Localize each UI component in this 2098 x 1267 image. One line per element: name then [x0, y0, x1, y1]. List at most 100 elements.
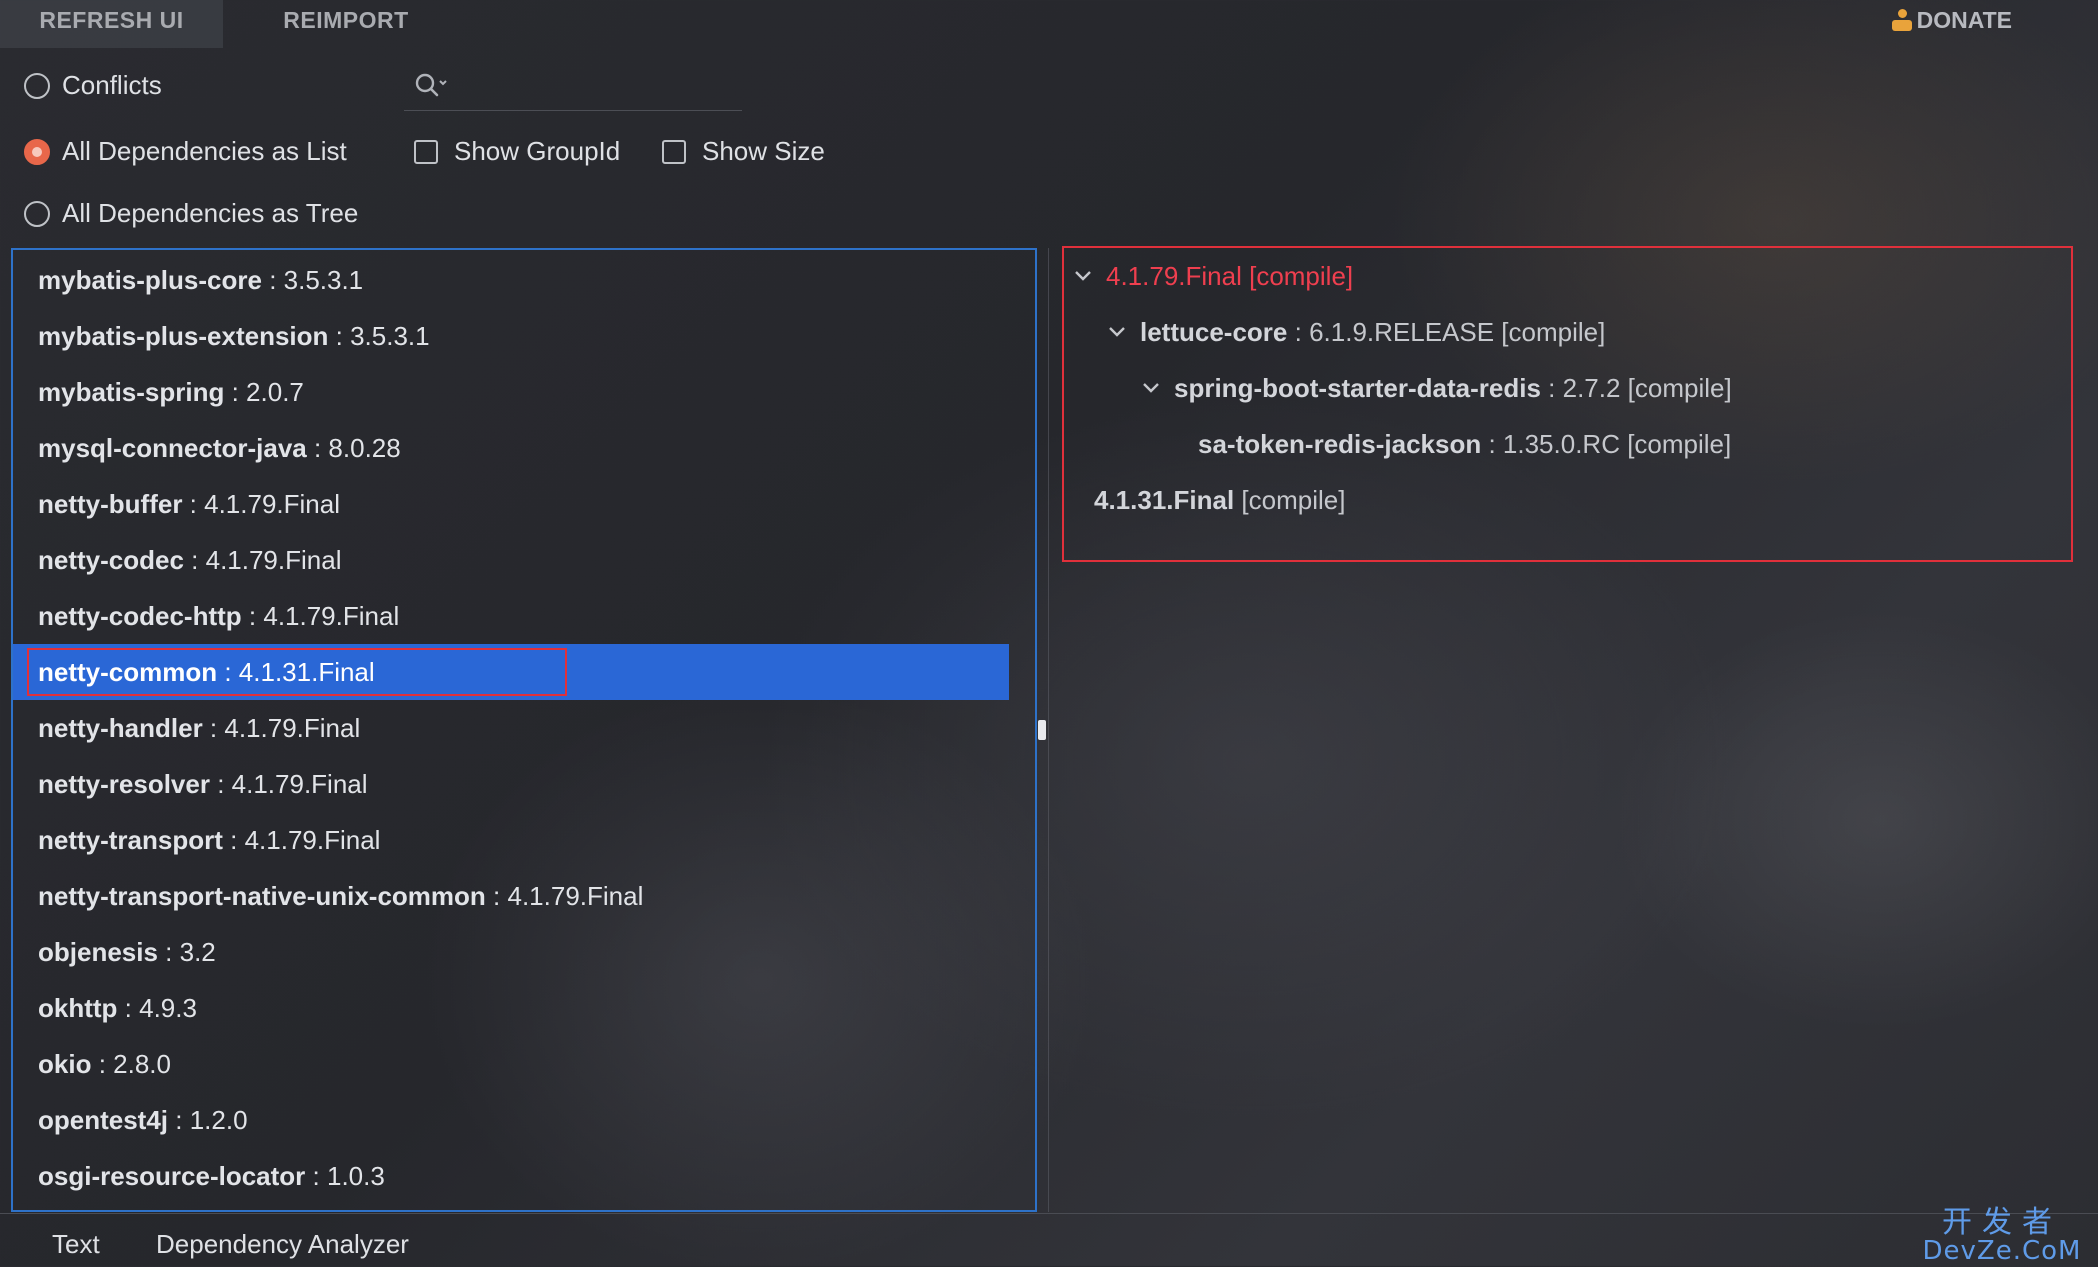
tree-row-detail: : 6.1.9.RELEASE [compile] [1294, 317, 1606, 347]
conflicts-option[interactable]: Conflicts [24, 70, 162, 101]
list-item[interactable]: mybatis-plus-core : 3.5.3.1 [13, 252, 1009, 308]
dependency-name: mybatis-plus-core [38, 265, 262, 295]
dependency-name: netty-transport-native-unix-common [38, 881, 486, 911]
dependency-list[interactable]: mybatis-plus-core : 3.5.3.1 mybatis-plus-… [11, 248, 1037, 1212]
dependency-name: opentest4j [38, 1105, 169, 1135]
watermark-cn: 开发者 [1942, 1205, 2062, 1240]
dependency-name: netty-codec [38, 545, 184, 575]
show-groupid-label: Show GroupId [454, 136, 621, 166]
tree-row-name: lettuce-core [1140, 317, 1288, 347]
bottom-tab-bar: Text Dependency Analyzer [0, 1213, 2098, 1267]
show-size-label: Show Size [702, 136, 825, 166]
dependency-version: : 4.1.31.Final [224, 657, 375, 687]
list-item[interactable]: netty-codec-http : 4.1.79.Final [13, 588, 1009, 644]
dependency-version: : 4.1.79.Final [209, 713, 361, 743]
dependency-name: netty-handler [38, 713, 203, 743]
dependency-name: okio [38, 1049, 92, 1079]
dependency-name: mybatis-plus-extension [38, 321, 329, 351]
dependency-version: : 3.5.3.1 [269, 265, 364, 295]
tree-row-name: sa-token-redis-jackson [1198, 429, 1482, 459]
tab-text[interactable]: Text [52, 1222, 100, 1266]
dependency-version: : 4.9.3 [124, 993, 197, 1023]
donate-button[interactable]: DONATE [1891, 0, 2012, 40]
dependency-version: : 3.5.3.1 [335, 321, 430, 351]
list-item[interactable]: osgi-resource-locator : 1.0.3 [13, 1148, 1009, 1204]
list-item[interactable]: mysql-connector-java : 8.0.28 [13, 420, 1009, 476]
tree-row[interactable]: 4.1.31.Final [compile] [1094, 472, 1345, 528]
dependency-version: : 8.0.28 [313, 433, 401, 463]
tree-row[interactable]: 4.1.79.Final [compile] [1072, 248, 1353, 304]
show-groupid-option[interactable]: Show GroupId [414, 136, 620, 167]
dependency-version: : 4.1.79.Final [189, 489, 340, 519]
show-size-option[interactable]: Show Size [662, 136, 825, 167]
dependency-name: osgi-resource-locator [38, 1161, 306, 1191]
dependency-name: okhttp [38, 993, 118, 1023]
dependency-version: : 1.0.3 [312, 1161, 385, 1191]
list-item[interactable]: netty-resolver : 4.1.79.Final [13, 756, 1009, 812]
list-item[interactable]: okio : 2.8.0 [13, 1036, 1009, 1092]
dependency-name: mybatis-spring [38, 377, 225, 407]
list-item[interactable]: objenesis : 3.2 [13, 924, 1009, 980]
show-size-checkbox[interactable] [662, 139, 686, 164]
watermark-logo: 开发者 DevZe.CoM [1912, 1205, 2092, 1266]
dependency-name: netty-codec-http [38, 601, 242, 631]
tree-row-detail: [compile] [1241, 485, 1346, 515]
tree-row-label: 4.1.79.Final [compile] [1106, 261, 1354, 291]
dependency-version: : 4.1.79.Final [248, 601, 400, 631]
dependency-version: : 4.1.79.Final [217, 769, 368, 799]
dependency-version: : 4.1.79.Final [493, 881, 644, 911]
chevron-down-icon[interactable] [1072, 265, 1094, 287]
refresh-ui-button[interactable]: REFRESH UI [0, 0, 223, 48]
list-item[interactable]: netty-transport-native-unix-common : 4.1… [13, 868, 1009, 924]
tree-row-detail: : 2.7.2 [compile] [1548, 373, 1732, 403]
tree-label: All Dependencies as Tree [62, 198, 359, 228]
tree-row-name: 4.1.31.Final [1094, 485, 1235, 515]
dependency-version: : 1.2.0 [175, 1105, 248, 1135]
reimport-button[interactable]: REIMPORT [246, 0, 446, 48]
dependency-version: : 2.0.7 [231, 377, 304, 407]
tree-row-name: spring-boot-starter-data-redis [1174, 373, 1541, 403]
tree-row[interactable]: lettuce-core : 6.1.9.RELEASE [compile] [1106, 304, 1605, 360]
conflicts-radio[interactable] [24, 72, 50, 99]
tree-radio[interactable] [24, 200, 50, 227]
dependency-version: : 4.1.79.Final [230, 825, 381, 855]
watermark-en: DevZe.CoM [1922, 1236, 2082, 1266]
list-item[interactable]: netty-common : 4.1.31.Final [13, 644, 1009, 700]
dependency-version: : 3.2 [165, 937, 216, 967]
dependency-name: netty-buffer [38, 489, 183, 519]
tree-row[interactable]: spring-boot-starter-data-redis : 2.7.2 [… [1140, 360, 1732, 416]
chevron-down-icon[interactable] [1106, 321, 1128, 343]
list-scrollbar[interactable] [1038, 720, 1046, 740]
donate-icon [1891, 7, 1913, 33]
donate-label: DONATE [1916, 7, 2012, 33]
tree-row[interactable]: sa-token-redis-jackson : 1.35.0.RC [comp… [1198, 416, 1731, 472]
search-input[interactable] [404, 64, 742, 111]
dependency-name: objenesis [38, 937, 158, 967]
search-icon[interactable] [414, 72, 450, 98]
list-item[interactable]: netty-handler : 4.1.79.Final [13, 700, 1009, 756]
dependency-name: netty-resolver [38, 769, 210, 799]
tab-dependency-analyzer[interactable]: Dependency Analyzer [156, 1222, 409, 1266]
tree-row-detail: : 1.35.0.RC [compile] [1488, 429, 1732, 459]
dependency-tree[interactable]: 4.1.79.Final [compile] lettuce-core : 6.… [1062, 246, 2073, 562]
list-item[interactable]: netty-buffer : 4.1.79.Final [13, 476, 1009, 532]
panel-divider [1048, 248, 1049, 1212]
conflicts-label: Conflicts [62, 70, 162, 100]
dependency-version: : 2.8.0 [98, 1049, 171, 1079]
list-item[interactable]: netty-transport : 4.1.79.Final [13, 812, 1009, 868]
list-item[interactable]: mybatis-plus-extension : 3.5.3.1 [13, 308, 1009, 364]
dependency-version: : 4.1.79.Final [191, 545, 342, 575]
list-item[interactable]: mybatis-spring : 2.0.7 [13, 364, 1009, 420]
show-groupid-checkbox[interactable] [414, 139, 438, 164]
list-item[interactable]: okhttp : 4.9.3 [13, 980, 1009, 1036]
tree-option[interactable]: All Dependencies as Tree [24, 198, 358, 229]
dependency-name: netty-transport [38, 825, 223, 855]
dependency-name: netty-common [38, 657, 218, 687]
list-item[interactable]: netty-codec : 4.1.79.Final [13, 532, 1009, 588]
list-item[interactable]: opentest4j : 1.2.0 [13, 1092, 1009, 1148]
list-label: All Dependencies as List [62, 136, 347, 166]
list-radio[interactable] [24, 138, 50, 165]
toolbar: REFRESH UI REIMPORT DONATE [0, 0, 2098, 48]
chevron-down-icon[interactable] [1140, 377, 1162, 399]
list-option[interactable]: All Dependencies as List [24, 136, 347, 167]
